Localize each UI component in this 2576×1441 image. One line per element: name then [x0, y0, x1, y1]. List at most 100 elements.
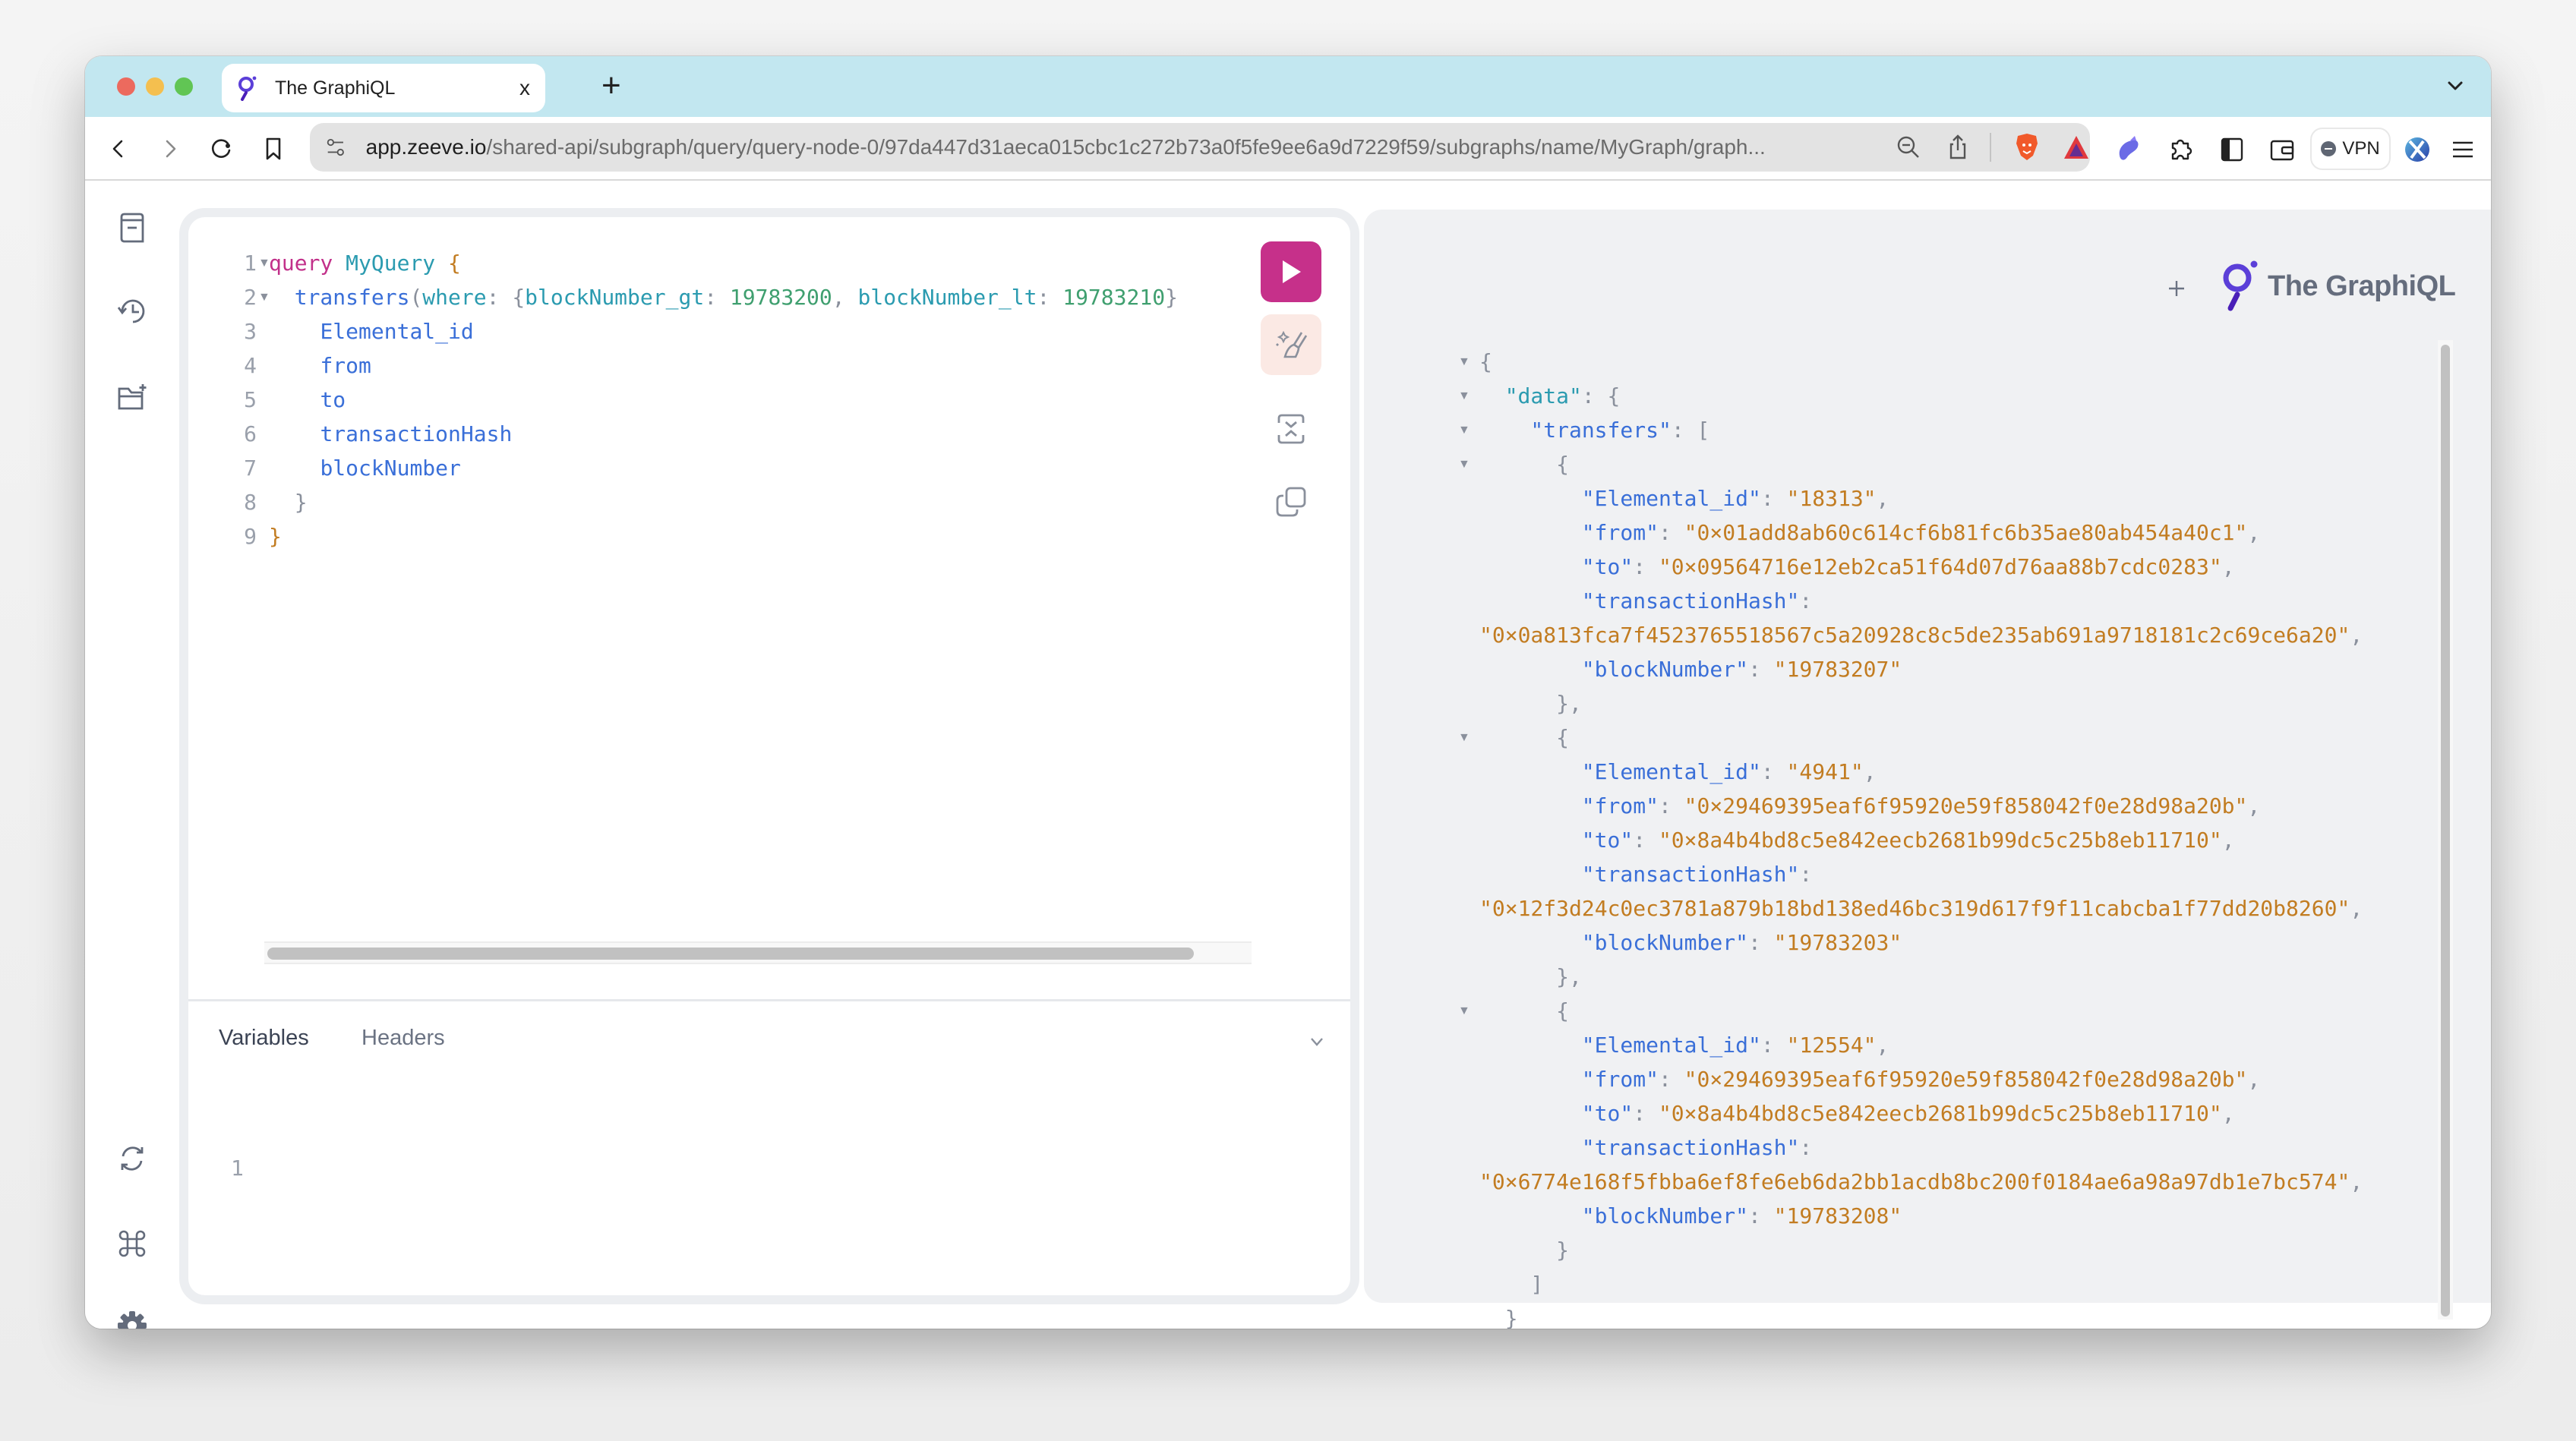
- filter-key-lt: blockNumber_lt: [857, 285, 1037, 310]
- tab-strip: The GraphiQL x +: [85, 56, 2491, 117]
- zoom-out-icon: [1897, 136, 1919, 158]
- wallet-button[interactable]: [2266, 134, 2298, 166]
- fold-arrow-icon[interactable]: ▼: [1458, 345, 1470, 379]
- add-tab-plus-icon[interactable]: [2163, 275, 2190, 302]
- collapse-chevron-icon[interactable]: [1305, 1030, 1329, 1054]
- json-punctuation: }: [1504, 1306, 1518, 1329]
- reload-icon: [211, 139, 231, 158]
- line-number: 1: [244, 251, 257, 276]
- fold-arrow-icon[interactable]: ▼: [1458, 720, 1470, 755]
- explorer-button[interactable]: [111, 377, 153, 419]
- history-icon: [117, 299, 145, 323]
- site-settings-icon[interactable]: [325, 136, 346, 159]
- wallet-icon: [2270, 140, 2294, 161]
- brave-rewards-icon: [2063, 136, 2088, 159]
- history-button[interactable]: [111, 290, 153, 333]
- reload-button[interactable]: [204, 131, 240, 167]
- explorer-folder-plus-icon: [118, 384, 147, 410]
- url-text[interactable]: app.zeeve.io/shared-api/subgraph/query/q…: [366, 135, 1874, 159]
- main-menu-button[interactable]: [2447, 134, 2479, 166]
- close-brace: }: [269, 524, 282, 549]
- line-number: 4: [244, 353, 257, 378]
- bookmark-icon: [266, 137, 281, 160]
- brave-shields-button[interactable]: [2012, 132, 2041, 162]
- shortcuts-button[interactable]: [111, 1222, 153, 1265]
- line-number: 3: [244, 319, 257, 344]
- code-line: query MyQuery {: [269, 246, 461, 280]
- query-editor[interactable]: 1 ▼ 2 ▼ 3 4 5 6 7 8 9 query MyQuery { tr…: [188, 246, 1244, 929]
- paren: (: [409, 285, 423, 310]
- query-editor-card: 1 ▼ 2 ▼ 3 4 5 6 7 8 9 query MyQuery { tr…: [188, 217, 1350, 1295]
- variables-editor[interactable]: 1: [188, 1113, 1350, 1280]
- vpn-icon: [2321, 141, 2337, 156]
- merge-fragments-button[interactable]: [1261, 402, 1321, 456]
- json-line: }: [1505, 1301, 1518, 1329]
- extension-bunny-icon: [2119, 136, 2139, 160]
- selection-field: to: [320, 387, 346, 412]
- editor-horizontal-scrollbar[interactable]: [264, 941, 1252, 964]
- code-line: Elemental_id: [269, 314, 474, 348]
- prettify-button[interactable]: [1261, 314, 1321, 375]
- fold-arrow-icon[interactable]: ▼: [1458, 447, 1470, 481]
- url-path: /shared-api/subgraph/query/query-node-0/…: [486, 135, 1766, 159]
- browser-toolbar: app.zeeve.io/shared-api/subgraph/query/q…: [85, 117, 2491, 181]
- close-brace: }: [294, 490, 308, 515]
- copy-icon: [1276, 487, 1306, 517]
- tab-headers[interactable]: Headers: [361, 1026, 445, 1051]
- operation-name: MyQuery: [346, 251, 436, 276]
- extensions-puzzle-icon: [2171, 139, 2192, 160]
- browser-tab-graphiql[interactable]: The GraphiQL x: [222, 64, 545, 112]
- graphiql-logo-icon: [2223, 260, 2258, 311]
- maximize-window-button[interactable]: [175, 77, 193, 96]
- close-tab-button[interactable]: x: [519, 76, 530, 100]
- filter-value-lt: 19783210: [1062, 285, 1166, 310]
- tab-variables[interactable]: Variables: [219, 1026, 309, 1051]
- extension-bunny-button[interactable]: [2113, 134, 2145, 166]
- share-button[interactable]: [1944, 132, 1972, 162]
- fold-arrow-icon[interactable]: ▼: [1458, 994, 1470, 1028]
- scrollbar-thumb[interactable]: [267, 948, 1194, 960]
- selection-field: Elemental_id: [320, 319, 474, 344]
- vpn-button[interactable]: VPN: [2310, 128, 2391, 170]
- line-number: 1: [231, 1156, 244, 1181]
- docs-icon: [120, 213, 144, 243]
- settings-button[interactable]: [111, 1304, 153, 1329]
- settings-gear-icon: [118, 1311, 147, 1329]
- tab-search-chevron-icon[interactable]: [2442, 73, 2468, 99]
- brave-rewards-button[interactable]: [2062, 132, 2090, 162]
- extensions-button[interactable]: [2164, 134, 2196, 166]
- line-number: 2: [244, 285, 257, 310]
- fold-arrow-icon[interactable]: ▼: [1458, 413, 1470, 447]
- play-icon: [1283, 260, 1301, 283]
- forward-button[interactable]: [152, 131, 188, 167]
- arg-where: where: [422, 285, 487, 310]
- selection-field: blockNumber: [320, 456, 461, 481]
- minimize-window-button[interactable]: [146, 77, 164, 96]
- sidebar-toggle-button[interactable]: [2216, 134, 2248, 166]
- refetch-schema-button[interactable]: [111, 1137, 153, 1180]
- code-line: from: [269, 348, 371, 383]
- graphiql-brand-text: The GraphiQL: [2268, 270, 2456, 302]
- back-button[interactable]: [100, 131, 137, 167]
- result-vertical-scrollbar[interactable]: [2438, 340, 2453, 1320]
- code-line: }: [269, 519, 282, 553]
- copy-query-button[interactable]: [1261, 475, 1321, 528]
- line-number: 5: [244, 387, 257, 412]
- comma: ,: [832, 285, 845, 310]
- address-bar[interactable]: app.zeeve.io/shared-api/subgraph/query/q…: [310, 123, 2090, 172]
- browser-window: The GraphiQL x + app.zeeve.io/shared-api…: [85, 56, 2491, 1329]
- scrollbar-thumb[interactable]: [2441, 345, 2450, 1316]
- colon: :: [486, 285, 500, 310]
- line-number: 7: [244, 456, 257, 481]
- run-query-button[interactable]: [1261, 241, 1321, 302]
- profile-extension-button[interactable]: [2401, 134, 2433, 166]
- new-tab-button[interactable]: +: [601, 67, 621, 105]
- close-window-button[interactable]: [117, 77, 135, 96]
- colon: :: [704, 285, 718, 310]
- share-icon: [1949, 134, 1966, 159]
- docs-explorer-button[interactable]: [111, 207, 153, 249]
- zoom-out-button[interactable]: [1895, 132, 1923, 162]
- bookmark-button[interactable]: [255, 131, 292, 167]
- code-line: to: [269, 383, 346, 417]
- fold-arrow-icon[interactable]: ▼: [1458, 379, 1470, 413]
